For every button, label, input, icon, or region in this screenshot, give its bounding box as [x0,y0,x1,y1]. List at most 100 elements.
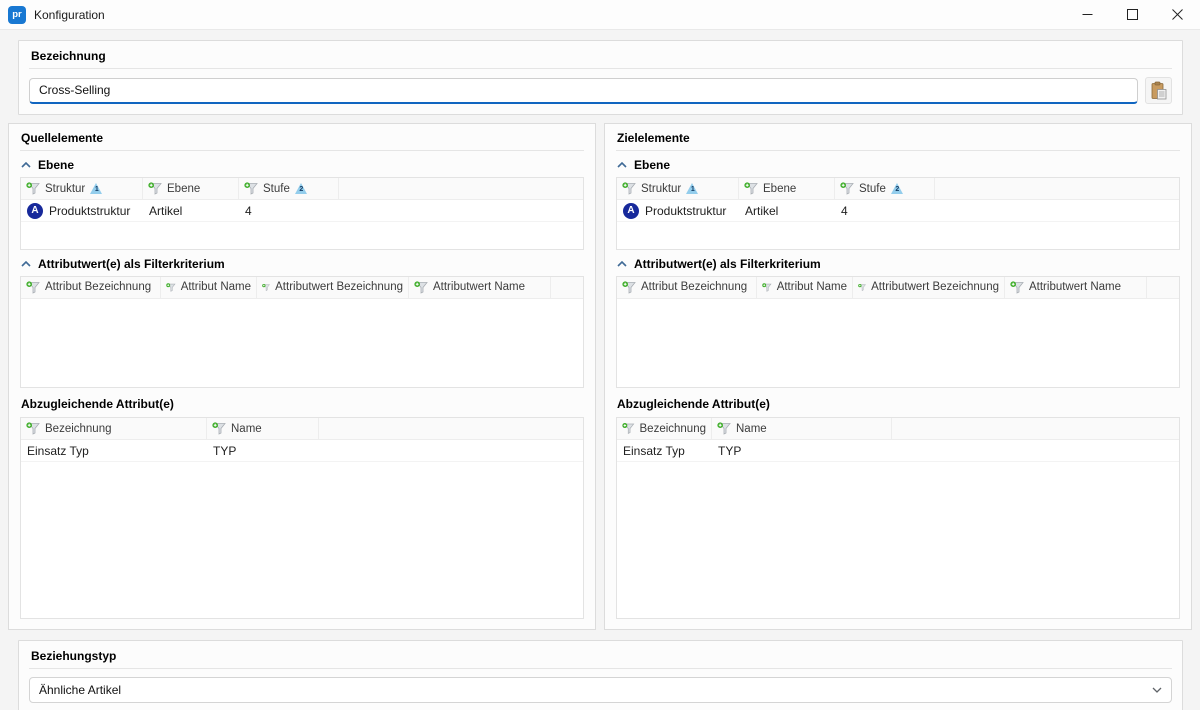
column-header-attributwert-bezeichnung[interactable]: Attributwert Bezeichnung [853,277,1005,298]
column-header-name[interactable]: Name [712,418,892,439]
column-label: Attributwert Name [1029,281,1121,293]
column-label: Ebene [763,183,796,195]
column-label: Name [231,423,262,435]
table-row[interactable]: A Produktstruktur Artikel 4 [617,200,1179,222]
cell-name: TYP [712,440,892,461]
window-title: Konfiguration [34,8,105,22]
column-header-stufe[interactable]: Stufe 2 [239,178,339,199]
table-empty-area [617,299,1179,389]
target-panel: Zielelemente Ebene Struktur 1 Ebene Stuf… [604,123,1192,630]
column-header-attributwert-name[interactable]: Attributwert Name [1005,277,1147,298]
cell-ebene: Artikel [143,200,239,221]
cell-filler [339,200,583,221]
source-match-table: Bezeichnung Name Einsatz Typ TYP [20,417,584,619]
filter-icon [622,281,636,294]
table-row[interactable]: A Produktstruktur Artikel 4 [21,200,583,222]
source-match-table-header: Bezeichnung Name [21,418,583,440]
column-header-bezeichnung[interactable]: Bezeichnung [617,418,712,439]
column-label: Attributwert Bezeichnung [871,281,999,293]
bezeichnung-row [29,77,1172,104]
bezeichnung-label: Bezeichnung [29,47,1172,69]
column-header-filler [319,418,583,439]
chevron-up-icon [617,261,627,267]
column-header-filler [1147,277,1179,298]
target-section-filter-title: Attributwert(e) als Filterkriterium [634,257,821,271]
target-ebene-table-header: Struktur 1 Ebene Stufe 2 [617,178,1179,200]
column-header-struktur[interactable]: Struktur 1 [21,178,143,199]
source-section-match-title: Abzugleichende Attribut(e) [20,388,584,417]
sort-badge: 1 [90,183,103,194]
column-header-ebene[interactable]: Ebene [143,178,239,199]
column-label: Struktur [45,183,85,195]
column-label: Bezeichnung [45,423,112,435]
column-header-attribut-bezeichnung[interactable]: Attribut Bezeichnung [21,277,161,298]
table-row[interactable]: Einsatz Typ TYP [21,440,583,462]
column-header-attribut-name[interactable]: Attribut Name [161,277,257,298]
filter-icon [414,281,428,294]
column-header-name[interactable]: Name [207,418,319,439]
column-header-ebene[interactable]: Ebene [739,178,835,199]
cell-struktur: A Produktstruktur [21,200,143,221]
source-ebene-table: Struktur 1 Ebene Stufe 2 A Produktstrukt… [20,177,584,250]
article-type-icon: A [27,203,43,219]
close-button[interactable] [1155,0,1200,30]
source-section-filter-header[interactable]: Attributwert(e) als Filterkriterium [20,250,584,276]
maximize-icon [1127,9,1138,20]
column-label: Attribut Bezeichnung [45,281,151,293]
column-header-filler [935,178,1179,199]
column-label: Attributwert Name [433,281,525,293]
cell-name: TYP [207,440,319,461]
maximize-button[interactable] [1110,0,1155,30]
column-header-struktur[interactable]: Struktur 1 [617,178,739,199]
chevron-down-icon [1152,687,1162,693]
cell-struktur: A Produktstruktur [617,200,739,221]
paste-icon [1149,81,1169,101]
column-header-attribut-name[interactable]: Attribut Name [757,277,853,298]
column-label: Stufe [263,183,290,195]
target-ebene-table: Struktur 1 Ebene Stufe 2 A Produktstrukt… [616,177,1180,250]
column-label: Attribut Bezeichnung [641,281,747,293]
cell-stufe: 4 [835,200,935,221]
beziehungstyp-selected-value: Ähnliche Artikel [39,683,121,697]
column-header-stufe[interactable]: Stufe 2 [835,178,935,199]
column-header-attributwert-name[interactable]: Attributwert Name [409,277,551,298]
source-section-ebene-header[interactable]: Ebene [20,151,584,177]
filter-icon [1010,281,1024,294]
column-label: Bezeichnung [640,423,707,435]
minimize-button[interactable] [1065,0,1110,30]
target-match-table: Bezeichnung Name Einsatz Typ TYP [616,417,1180,619]
cell-bezeichnung: Einsatz Typ [617,440,712,461]
source-ebene-table-header: Struktur 1 Ebene Stufe 2 [21,178,583,200]
column-label: Attribut Name [181,281,251,293]
target-match-table-header: Bezeichnung Name [617,418,1179,440]
cell-filler [892,440,1179,461]
source-filter-table-header: Attribut Bezeichnung Attribut Name Attri… [21,277,583,299]
filter-icon [717,422,731,435]
sort-badge: 2 [891,183,904,194]
cell-ebene: Artikel [739,200,835,221]
source-panel: Quellelemente Ebene Struktur 1 Ebene Stu… [8,123,596,630]
source-section-ebene-title: Ebene [38,158,74,172]
panels-container: Quellelemente Ebene Struktur 1 Ebene Stu… [8,123,1192,630]
filter-icon [212,422,226,435]
filter-icon [840,182,854,195]
filter-icon [622,422,635,435]
target-section-ebene-header[interactable]: Ebene [616,151,1180,177]
column-header-filler [339,178,583,199]
column-label: Ebene [167,183,200,195]
column-header-filler [892,418,1179,439]
table-row[interactable]: Einsatz Typ TYP [617,440,1179,462]
paste-button[interactable] [1145,77,1172,104]
beziehungstyp-select[interactable]: Ähnliche Artikel [29,677,1172,703]
cell-filler [319,440,583,461]
column-header-bezeichnung[interactable]: Bezeichnung [21,418,207,439]
table-empty-area [21,462,583,619]
column-header-attributwert-bezeichnung[interactable]: Attributwert Bezeichnung [257,277,409,298]
filter-icon [26,422,40,435]
target-section-filter-header[interactable]: Attributwert(e) als Filterkriterium [616,250,1180,276]
chevron-up-icon [21,162,31,168]
column-header-attribut-bezeichnung[interactable]: Attribut Bezeichnung [617,277,757,298]
bezeichnung-input[interactable] [29,78,1138,104]
target-section-match-title: Abzugleichende Attribut(e) [616,388,1180,417]
article-type-icon: A [623,203,639,219]
